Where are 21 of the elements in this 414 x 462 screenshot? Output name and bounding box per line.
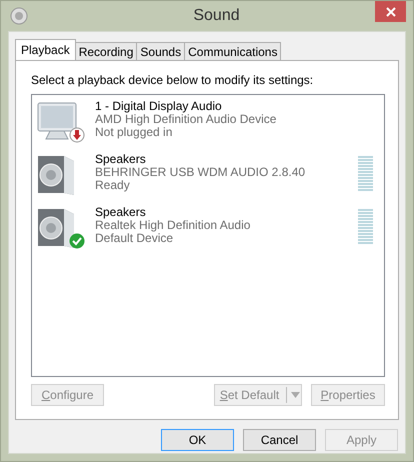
device-name: Speakers (95, 206, 147, 219)
speaker-icon (10, 6, 28, 24)
tab[interactable]: Playback (15, 39, 76, 60)
device-status: Not plugged in (95, 126, 174, 139)
device-driver: BEHRINGER USB WDM AUDIO 2.8.40 (95, 166, 306, 179)
tab[interactable]: Communications (184, 42, 282, 60)
tab[interactable]: Recording (74, 42, 138, 60)
dialog-button[interactable]: Cancel (243, 429, 316, 451)
device-driver: AMD High Definition Audio Device (95, 113, 276, 126)
device-status: Default Device (95, 232, 174, 245)
dropdown-arrow-icon (291, 392, 300, 398)
device-name: 1 - Digital Display Audio (95, 100, 223, 113)
device-name: Speakers (95, 153, 147, 166)
device-driver: Realtek High Definition Audio (95, 219, 250, 232)
instruction-text: Select a playback device below to modify its settings: (31, 73, 314, 87)
close-button[interactable] (375, 1, 406, 22)
close-icon (386, 6, 396, 16)
window-title: Sound (192, 6, 241, 24)
device-status: Ready (95, 179, 131, 192)
tab[interactable]: Sounds (136, 42, 186, 60)
dialog-button[interactable]: OK (161, 429, 234, 451)
